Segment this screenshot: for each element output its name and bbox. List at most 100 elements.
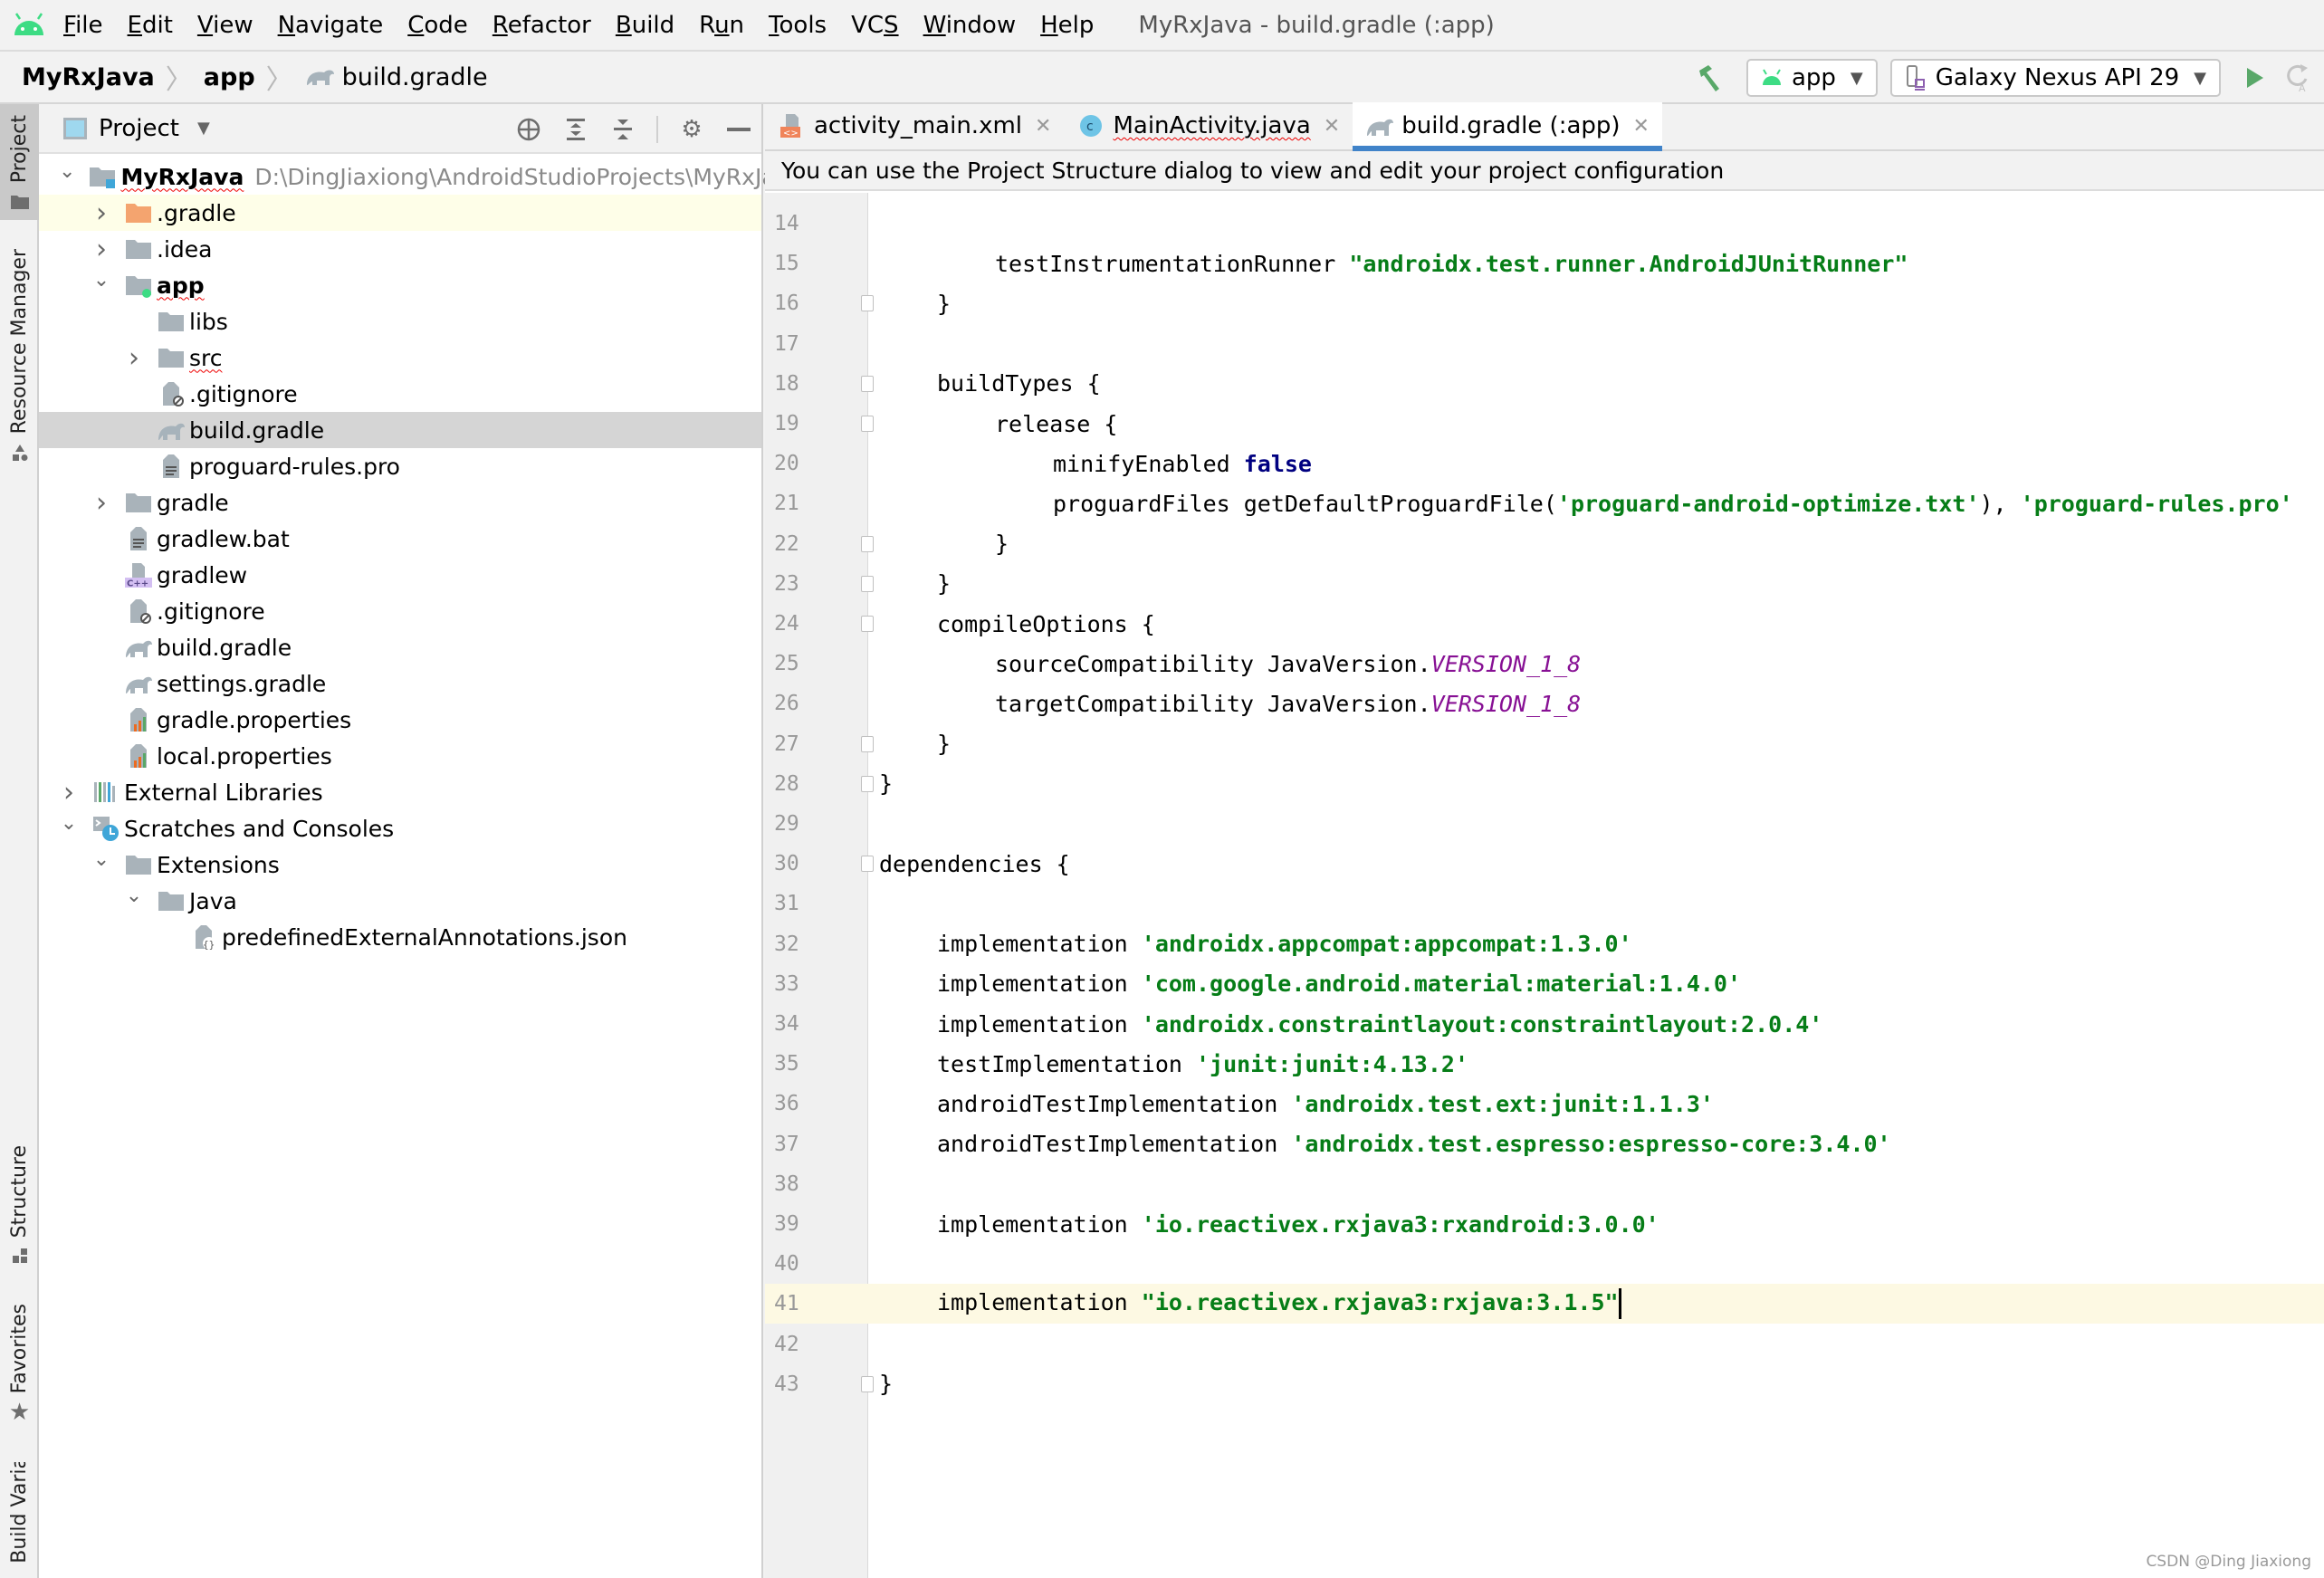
menu-tools[interactable]: Tools — [769, 12, 827, 39]
tree-item[interactable]: › gradle — [39, 484, 761, 521]
run-configuration-select[interactable]: app ▼ — [1745, 59, 1878, 97]
build-hammer-icon[interactable] — [1694, 62, 1726, 94]
fold-marker-icon[interactable] — [861, 416, 874, 432]
breadcrumb-file-label: build.gradle — [341, 62, 488, 91]
menu-run[interactable]: Run — [699, 12, 744, 39]
chevron-right-icon[interactable]: › — [91, 487, 111, 519]
device-select[interactable]: Galaxy Nexus API 29 ▼ — [1889, 59, 2221, 97]
tree-item[interactable]: .gitignore — [39, 593, 761, 629]
menu-navigate[interactable]: Navigate — [278, 12, 384, 39]
tree-item[interactable]: {} predefinedExternalAnnotations.json — [39, 919, 761, 955]
editor-tab[interactable]: <> activity_main.xml ✕ — [765, 102, 1064, 149]
tool-window-tab-favorites[interactable]: Favorites ★ — [0, 1304, 39, 1439]
menu-edit[interactable]: Edit — [128, 12, 173, 39]
view-dropdown-icon[interactable]: ▼ — [197, 119, 210, 138]
menu-code[interactable]: Code — [407, 12, 468, 39]
code-token: } — [937, 570, 952, 598]
editor-tab[interactable]: build.gradle (:app) ✕ — [1353, 102, 1662, 151]
tree-item[interactable]: ⌄ MyRxJava D:\DingJiaxiong\AndroidStudioPr… — [39, 158, 803, 195]
collapse-all-icon[interactable] — [609, 116, 636, 143]
chevron-right-icon[interactable]: › — [59, 777, 79, 808]
line-number: 38 — [774, 1172, 799, 1196]
fold-marker-icon[interactable] — [861, 735, 874, 752]
tree-item[interactable]: › .gradle — [39, 195, 761, 231]
code-token: 'androidx.test.espresso:espresso-core:3.… — [1291, 1131, 1891, 1158]
tree-item[interactable]: libs — [39, 303, 761, 340]
fold-marker-icon[interactable] — [861, 1375, 874, 1392]
breadcrumb-file[interactable]: build.gradle — [304, 63, 488, 91]
tree-item[interactable]: ⌄ app — [39, 267, 761, 303]
code-area[interactable]: 14 15 testInstrumentationRunner "androidx.… — [765, 193, 2324, 1578]
close-tab-icon[interactable]: ✕ — [1035, 115, 1051, 138]
fold-marker-icon[interactable] — [861, 295, 874, 312]
close-tab-icon[interactable]: ✕ — [1324, 115, 1340, 138]
tree-item[interactable]: › .idea — [39, 231, 761, 267]
tree-item[interactable]: ⌄ Java — [39, 883, 761, 919]
hide-panel-icon[interactable] — [725, 116, 752, 143]
tree-item[interactable]: C++ gradlew — [39, 557, 761, 593]
tree-item[interactable]: settings.gradle — [39, 665, 761, 702]
line-number: 18 — [774, 371, 799, 396]
close-tab-icon[interactable]: ✕ — [1633, 115, 1650, 138]
fold-marker-icon[interactable] — [861, 616, 874, 632]
tool-window-tab-project[interactable]: Project — [0, 104, 39, 220]
line-number: 42 — [774, 1332, 799, 1356]
tree-item[interactable]: .gitignore — [39, 376, 761, 412]
tree-item-label: build.gradle — [189, 416, 325, 444]
tree-item[interactable]: ⌄ Extensions — [39, 846, 761, 883]
fold-marker-icon[interactable] — [861, 856, 874, 873]
apply-changes-icon[interactable]: A — [2284, 62, 2311, 93]
menu-view[interactable]: View — [197, 12, 253, 39]
menu-refactor[interactable]: Refactor — [493, 12, 591, 39]
menu-file[interactable]: File — [63, 12, 103, 39]
tree-item[interactable]: gradle.properties — [39, 702, 761, 738]
watermark: CSDN @Ding Jiaxiong — [2146, 1553, 2311, 1571]
line-number: 25 — [774, 652, 799, 676]
code-token: implementation — [937, 931, 1142, 958]
code-line: 23} — [765, 564, 2324, 604]
expand-all-icon[interactable] — [562, 116, 589, 143]
line-number: 23 — [774, 571, 799, 596]
chevron-right-icon[interactable]: › — [91, 234, 111, 265]
fold-marker-icon[interactable] — [861, 775, 874, 792]
fold-marker-icon[interactable] — [861, 375, 874, 392]
tool-window-tab-resource-manager[interactable]: Resource Manager — [0, 249, 39, 466]
chevron-down-icon[interactable]: ⌄ — [59, 160, 75, 183]
tree-item[interactable]: › External Libraries — [39, 774, 761, 810]
chevron-right-icon[interactable]: › — [91, 197, 111, 229]
tree-item[interactable]: local.properties — [39, 738, 761, 774]
chevron-down-icon[interactable]: ⌄ — [91, 848, 111, 871]
breadcrumb-project[interactable]: MyRxJava — [22, 63, 155, 91]
run-configuration-value: app — [1791, 64, 1836, 91]
menu-build[interactable]: Build — [616, 12, 674, 39]
menu-help[interactable]: Help — [1040, 12, 1094, 39]
fold-marker-icon[interactable] — [861, 575, 874, 592]
chevron-down-icon[interactable]: ⌄ — [91, 269, 111, 292]
line-number: 22 — [774, 531, 799, 556]
gear-icon[interactable]: ⚙ — [678, 116, 705, 143]
tree-item[interactable]: gradlew.bat — [39, 521, 761, 557]
folder-icon — [124, 851, 151, 878]
fold-marker-icon[interactable] — [861, 535, 874, 552]
tree-item-label: .gitignore — [157, 598, 265, 625]
tree-item-label: gradle.properties — [157, 706, 352, 733]
tool-window-tab-structure[interactable]: Structure — [0, 1145, 39, 1281]
chevron-down-icon[interactable]: ⌄ — [124, 885, 144, 907]
project-view-selector[interactable]: Project — [99, 115, 179, 142]
locate-file-icon[interactable] — [515, 116, 542, 143]
tree-item[interactable]: › src — [39, 340, 761, 376]
chevron-down-icon[interactable]: ⌄ — [59, 812, 79, 835]
breadcrumb-module[interactable]: app — [204, 63, 255, 91]
tree-item[interactable]: proguard-rules.pro — [39, 448, 761, 484]
breadcrumb-separator: 〉 — [165, 64, 193, 96]
tree-item-label: app — [157, 272, 205, 299]
tool-window-tab-build-variants[interactable]: Build Variants — [0, 1462, 39, 1578]
tree-item[interactable]: build.gradle — [39, 629, 761, 665]
tree-item[interactable]: build.gradle — [39, 412, 761, 448]
run-icon[interactable] — [2241, 64, 2268, 91]
editor-tab[interactable]: c MainActivity.java ✕ — [1064, 102, 1353, 149]
menu-window[interactable]: Window — [923, 12, 1017, 39]
menu-vcs[interactable]: VCS — [851, 12, 898, 39]
chevron-right-icon[interactable]: › — [124, 342, 144, 374]
tree-item[interactable]: ⌄ Scratches and Consoles — [39, 810, 761, 846]
